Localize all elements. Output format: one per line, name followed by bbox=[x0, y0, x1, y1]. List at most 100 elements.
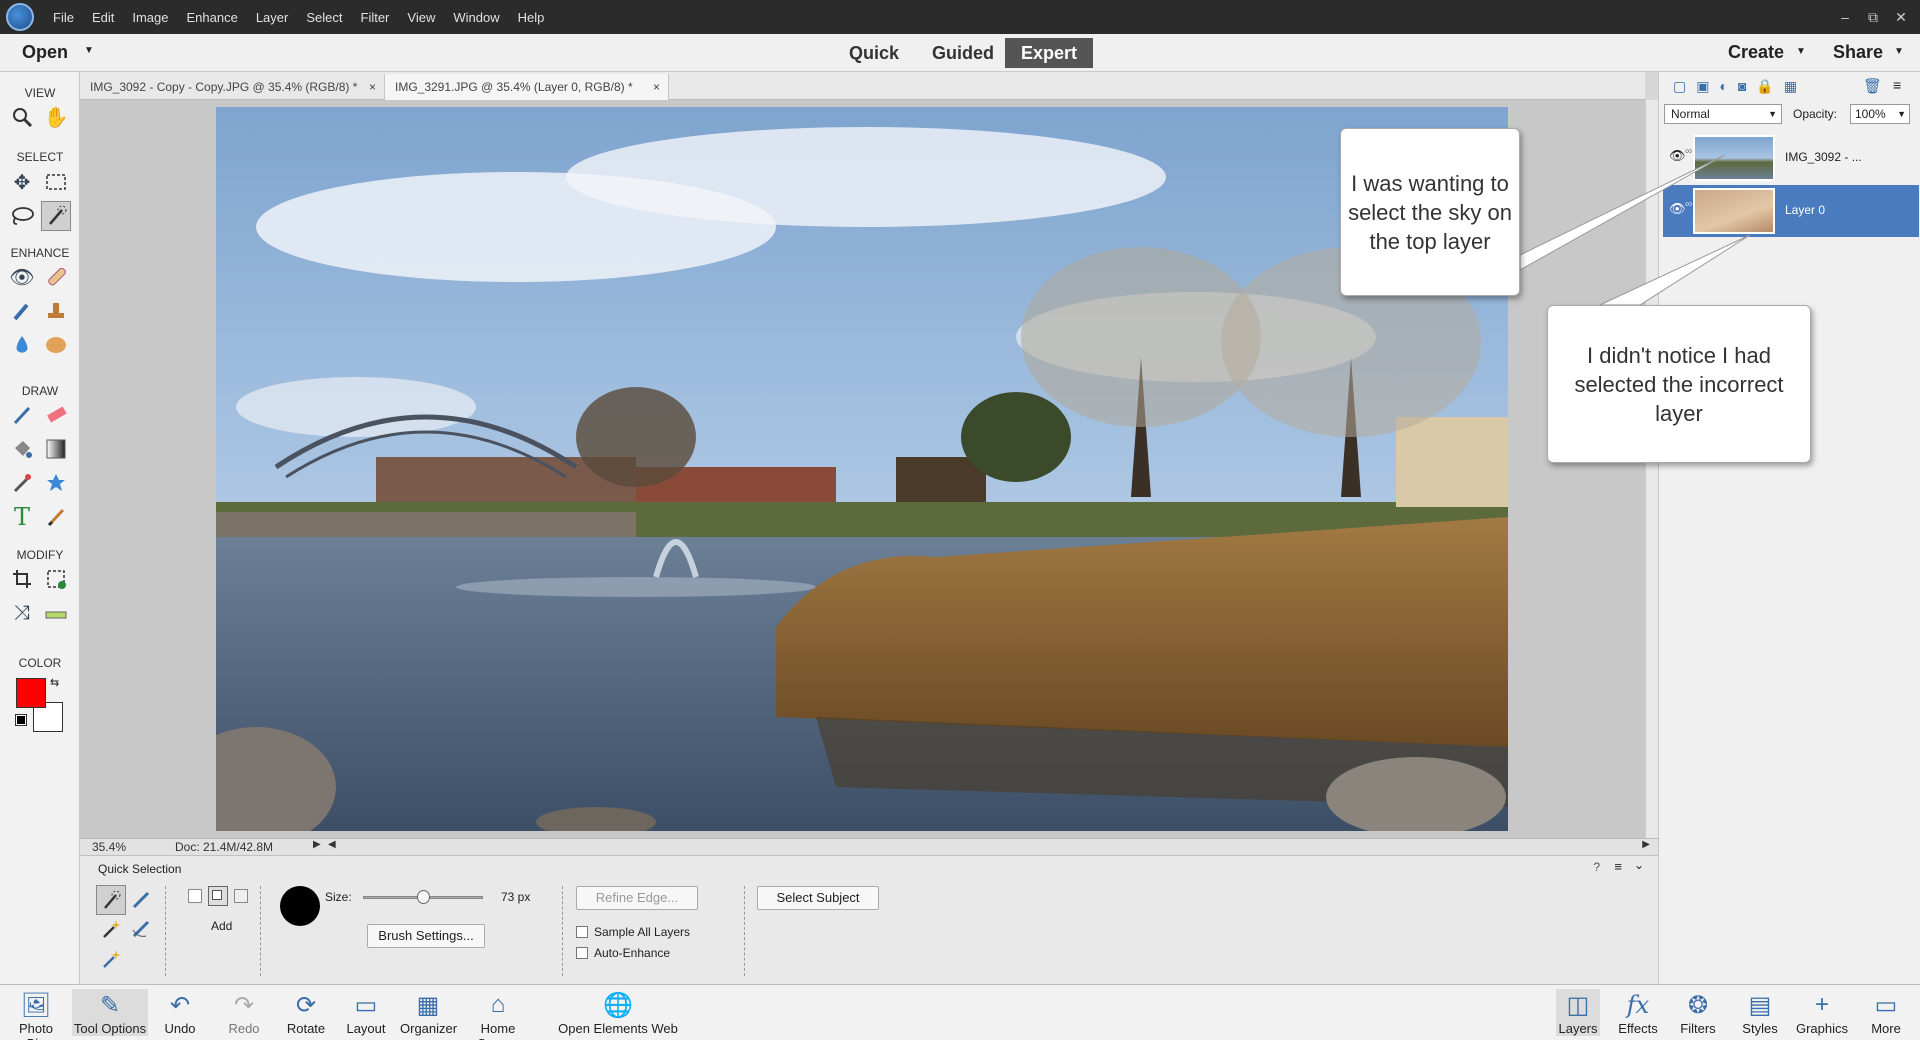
straighten-tool-icon[interactable] bbox=[41, 598, 71, 628]
document-image[interactable] bbox=[216, 107, 1508, 831]
default-colors-icon[interactable] bbox=[15, 714, 27, 726]
eyedropper-tool-icon[interactable] bbox=[7, 468, 37, 498]
close-icon[interactable]: × bbox=[369, 74, 376, 100]
content-aware-move-tool-icon[interactable]: ⤨ bbox=[7, 598, 37, 628]
refine-selection-brush-option-icon[interactable] bbox=[126, 914, 156, 944]
menu-view[interactable]: View bbox=[398, 10, 444, 25]
opacity-field[interactable]: 100% ▼ bbox=[1850, 104, 1910, 124]
layer-mask-icon[interactable]: ◙ bbox=[1738, 78, 1746, 95]
quick-selection-option-icon[interactable] bbox=[96, 885, 126, 915]
pencil-tool-icon[interactable] bbox=[41, 502, 71, 532]
status-menu-icon[interactable]: ▶ bbox=[313, 839, 321, 850]
menu-enhance[interactable]: Enhance bbox=[178, 10, 247, 25]
close-icon[interactable]: × bbox=[653, 74, 660, 100]
new-selection-mode-icon[interactable] bbox=[188, 889, 202, 903]
close-icon[interactable]: ✕ bbox=[1890, 9, 1912, 26]
menu-layer[interactable]: Layer bbox=[247, 10, 298, 25]
mode-expert[interactable]: Expert bbox=[1005, 38, 1094, 68]
create-button[interactable]: Create bbox=[1728, 42, 1784, 63]
restore-icon[interactable]: ⧉ bbox=[1862, 9, 1884, 26]
auto-enhance-checkbox[interactable] bbox=[576, 947, 588, 959]
gradient-tool-icon[interactable] bbox=[41, 434, 71, 464]
zoom-tool-icon[interactable] bbox=[7, 102, 37, 132]
tab-document-2[interactable]: IMG_3291.JPG @ 35.4% (Layer 0, RGB/8) * … bbox=[385, 74, 669, 100]
clone-stamp-tool-icon[interactable] bbox=[41, 296, 71, 326]
scroll-left-icon[interactable]: ◀ bbox=[328, 839, 336, 850]
select-subject-button[interactable]: Select Subject bbox=[757, 886, 879, 910]
tab-document-1[interactable]: IMG_3092 - Copy - Copy.JPG @ 35.4% (RGB/… bbox=[80, 74, 385, 100]
layers-button[interactable]: ◫ Layers bbox=[1556, 989, 1600, 1036]
swap-colors-icon[interactable]: ⇆ bbox=[50, 676, 59, 689]
mode-guided[interactable]: Guided bbox=[916, 38, 1010, 68]
menu-file[interactable]: File bbox=[44, 10, 83, 25]
collapse-icon[interactable]: ⌄ bbox=[1634, 858, 1644, 872]
photo-bin-button[interactable]: 🖼 Photo Bin bbox=[8, 989, 64, 1040]
layout-button[interactable]: ▭ Layout bbox=[344, 989, 388, 1037]
lasso-tool-icon[interactable] bbox=[7, 201, 37, 231]
new-layer-icon[interactable]: ▢ bbox=[1673, 78, 1686, 95]
menu-window[interactable]: Window bbox=[444, 10, 508, 25]
home-screen-button[interactable]: ⌂ Home Screen bbox=[460, 989, 536, 1040]
lock-all-icon[interactable]: 🔒 bbox=[1756, 78, 1773, 95]
more-button[interactable]: ▭ More bbox=[1864, 989, 1908, 1037]
type-tool-icon[interactable]: T bbox=[7, 502, 37, 532]
marquee-tool-icon[interactable] bbox=[41, 167, 71, 197]
tool-options-button[interactable]: ✎ Tool Options bbox=[72, 989, 148, 1036]
graphics-button[interactable]: + Graphics bbox=[1794, 989, 1850, 1036]
auto-selection-option-icon[interactable] bbox=[96, 944, 126, 974]
open-elements-web-button[interactable]: 🌐 Open Elements Web bbox=[558, 989, 678, 1037]
foreground-color-swatch[interactable] bbox=[16, 678, 46, 708]
quick-selection-tool-icon[interactable] bbox=[41, 201, 71, 231]
open-button[interactable]: Open bbox=[22, 42, 68, 63]
menu-select[interactable]: Select bbox=[297, 10, 351, 25]
add-selection-mode-icon[interactable] bbox=[208, 886, 228, 906]
hand-tool-icon[interactable]: ✋ bbox=[41, 102, 71, 132]
filters-button[interactable]: ❂ Filters bbox=[1676, 989, 1720, 1037]
spot-healing-tool-icon[interactable] bbox=[41, 262, 71, 292]
red-eye-tool-icon[interactable]: 👁 bbox=[7, 262, 37, 292]
lock-transparent-icon[interactable]: ▦ bbox=[1784, 78, 1797, 95]
blur-tool-icon[interactable] bbox=[7, 330, 37, 360]
open-dropdown-icon[interactable]: ▼ bbox=[84, 45, 94, 56]
eraser-tool-icon[interactable] bbox=[41, 400, 71, 430]
size-slider-thumb[interactable] bbox=[417, 890, 430, 904]
sample-all-layers-checkbox[interactable] bbox=[576, 926, 588, 938]
subtract-selection-mode-icon[interactable] bbox=[234, 889, 248, 903]
move-tool-icon[interactable]: ✥ bbox=[7, 167, 37, 197]
smart-brush-tool-icon[interactable] bbox=[7, 296, 37, 326]
divider bbox=[260, 886, 261, 976]
rotate-button[interactable]: ⟳ Rotate bbox=[284, 989, 328, 1037]
blend-mode-select[interactable]: Normal ▼ bbox=[1664, 104, 1782, 124]
share-dropdown-icon[interactable]: ▼ bbox=[1894, 46, 1904, 57]
custom-shape-tool-icon[interactable] bbox=[41, 468, 71, 498]
organizer-button[interactable]: ▦ Organizer bbox=[400, 989, 457, 1037]
brush-tool-icon[interactable] bbox=[7, 400, 37, 430]
create-dropdown-icon[interactable]: ▼ bbox=[1796, 46, 1806, 57]
menu-filter[interactable]: Filter bbox=[352, 10, 399, 25]
options-menu-icon[interactable]: ≡ bbox=[1614, 859, 1622, 874]
undo-button[interactable]: ↶ Undo bbox=[160, 989, 200, 1037]
refine-edge-button[interactable]: Refine Edge... bbox=[576, 886, 698, 910]
menu-help[interactable]: Help bbox=[509, 10, 554, 25]
effects-button[interactable]: fx Effects bbox=[1616, 989, 1660, 1036]
scroll-right-icon[interactable]: ▶ bbox=[1642, 839, 1650, 850]
new-group-icon[interactable]: ▣ bbox=[1696, 78, 1709, 95]
magic-wand-option-icon[interactable] bbox=[96, 914, 126, 944]
redo-button[interactable]: ↷ Redo bbox=[224, 989, 264, 1037]
panel-menu-icon[interactable]: ≡ bbox=[1893, 77, 1901, 93]
share-button[interactable]: Share bbox=[1833, 42, 1883, 63]
adjustment-layer-icon[interactable]: ◐ bbox=[1719, 78, 1727, 95]
recompose-tool-icon[interactable] bbox=[41, 564, 71, 594]
menu-image[interactable]: Image bbox=[123, 10, 177, 25]
selection-brush-option-icon[interactable] bbox=[126, 885, 156, 915]
crop-tool-icon[interactable] bbox=[7, 564, 37, 594]
minimize-icon[interactable]: – bbox=[1834, 9, 1856, 25]
menu-edit[interactable]: Edit bbox=[83, 10, 123, 25]
brush-settings-button[interactable]: Brush Settings... bbox=[367, 924, 485, 948]
sponge-tool-icon[interactable] bbox=[41, 330, 71, 360]
help-icon[interactable]: ? bbox=[1593, 860, 1600, 874]
styles-button[interactable]: ▤ Styles bbox=[1738, 989, 1782, 1037]
paint-bucket-tool-icon[interactable] bbox=[7, 434, 37, 464]
mode-quick[interactable]: Quick bbox=[833, 38, 915, 68]
delete-layer-icon[interactable]: 🗑 bbox=[1863, 77, 1882, 95]
